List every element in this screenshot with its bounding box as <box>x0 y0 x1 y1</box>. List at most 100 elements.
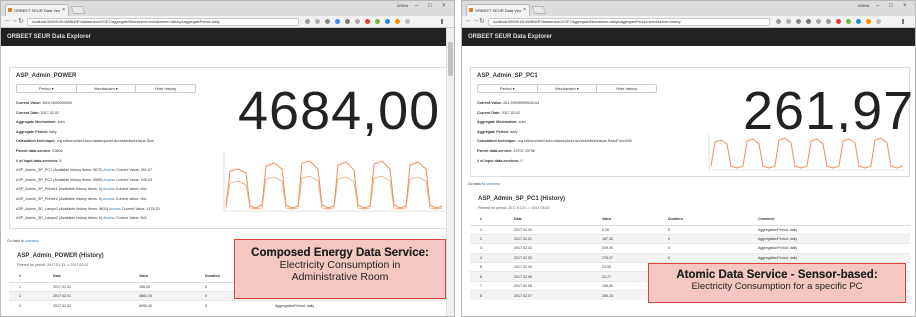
table-row: 4 2017.02.03 278,07 0 AggregationPeriod: dai… <box>470 252 910 263</box>
maximize-icon[interactable]: □ <box>889 3 893 9</box>
aggregate-period: daily <box>49 129 57 134</box>
app-navbar: ORBEET SEUR Data Explorer <box>1 28 446 46</box>
browser-tab[interactable]: ORBEET SEUR Data Ven × <box>466 4 530 16</box>
menu-icon[interactable] <box>441 19 443 24</box>
column-header: Duration <box>658 214 748 226</box>
extension-icon[interactable] <box>836 19 841 24</box>
column-header: Value <box>592 214 658 226</box>
go-back-line: Go back to overview <box>7 239 39 243</box>
extension-icon[interactable] <box>315 19 320 24</box>
star-icon[interactable] <box>305 19 310 24</box>
annotation-callout: Composed Energy Data Service: Electricit… <box>234 239 446 299</box>
close-window-icon[interactable]: × <box>442 3 446 9</box>
extension-icon[interactable] <box>806 19 811 24</box>
column-header: Date <box>43 271 129 283</box>
url-input[interactable]: localhost:5000/KIOrn/WBNHF/dataservice/2… <box>27 18 299 26</box>
close-tab-icon[interactable]: × <box>523 5 526 16</box>
extension-icon[interactable] <box>325 19 330 24</box>
extension-icon[interactable] <box>375 19 380 24</box>
extension-icon[interactable] <box>365 19 370 24</box>
minimize-icon[interactable]: – <box>415 3 418 9</box>
app-title[interactable]: ORBEET SEUR Data Explorer <box>7 34 91 40</box>
service-info: Current Value: 261.99999999516144 Curren… <box>477 99 633 166</box>
browser-tab[interactable]: ORBEET SEUR Data Ven × <box>5 4 69 16</box>
history-sparkline <box>216 151 446 219</box>
app-title[interactable]: ORBEET SEUR Data Explorer <box>468 34 552 40</box>
aggregate-period-label: Aggregate Period: <box>16 129 48 134</box>
table-row: 1 2017.01.31 6,20 0 AggregationPeriod: daily <box>470 224 910 235</box>
new-tab-button[interactable] <box>70 6 86 14</box>
user-name: Wilfrid <box>397 3 409 8</box>
extension-icon[interactable] <box>395 19 400 24</box>
input-count-label: # of input data-services: <box>477 158 520 163</box>
series-line <box>225 160 443 209</box>
extension-icon[interactable] <box>846 19 851 24</box>
column-header: Date <box>504 214 592 226</box>
extension-icon[interactable] <box>826 19 831 24</box>
close-window-icon[interactable]: × <box>903 3 907 9</box>
extension-icon[interactable] <box>816 19 821 24</box>
table-row: 2 2017.02.01 187,30 0 AggregationPeriod: dai… <box>470 233 910 244</box>
input-count: 0 <box>520 158 523 163</box>
aggregate-mechanism-label: Aggregate Mechanism: <box>477 120 518 125</box>
aggregate-period: daily <box>510 129 518 134</box>
extension-icon[interactable] <box>796 19 801 24</box>
extension-icon[interactable] <box>335 19 340 24</box>
new-tab-button[interactable] <box>531 6 547 14</box>
service-info: Current Value: 4602.0000000003 Current D… <box>16 99 160 224</box>
menu-icon[interactable] <box>902 19 904 24</box>
access-link[interactable]: Access <box>103 187 115 191</box>
column-header: Comment <box>748 214 910 226</box>
favicon-icon <box>469 8 473 12</box>
star-icon[interactable] <box>776 19 781 24</box>
reload-icon[interactable]: ↻ <box>18 17 24 25</box>
access-link[interactable]: Access <box>103 197 115 201</box>
series-line <box>710 137 904 169</box>
extension-icon[interactable] <box>856 19 861 24</box>
child-service-row: ASP_Admin_SP_Printer1 (Available history… <box>16 187 147 192</box>
extension-icon[interactable] <box>385 19 390 24</box>
title-bar: ORBEET SEUR Data Ven × Wilfrid – □ × <box>462 1 915 16</box>
column-header: # <box>9 271 43 283</box>
service-title: ASP_Admin_POWER <box>16 73 77 79</box>
go-back-line: Go back to overview <box>468 182 500 186</box>
service-card: ASP_Admin_POWER Period ▾ Mechanism ▾ Hid… <box>9 67 447 229</box>
scrollbar[interactable] <box>446 28 454 316</box>
back-arrow-icon[interactable]: ← <box>465 17 472 24</box>
extension-icon[interactable] <box>866 19 871 24</box>
maximize-icon[interactable]: □ <box>428 3 432 9</box>
access-link[interactable]: Access <box>109 207 121 211</box>
period-dropdown[interactable]: Period ▾ <box>17 85 77 92</box>
access-link[interactable]: Access <box>103 178 115 182</box>
left-browser-window: ORBEET SEUR Data Ven × Wilfrid – □ × ← →… <box>0 0 455 317</box>
period-dropdown[interactable]: Period ▾ <box>478 85 538 92</box>
access-link[interactable]: Access <box>103 216 115 220</box>
extension-icon[interactable] <box>786 19 791 24</box>
overview-link[interactable]: overview <box>25 239 39 243</box>
parent-service: 29606 <box>52 148 63 153</box>
app-navbar: ORBEET SEUR Data Explorer <box>462 28 915 46</box>
extension-icon[interactable] <box>345 19 350 24</box>
minimize-icon[interactable]: – <box>876 3 879 9</box>
extension-icon[interactable] <box>876 19 881 24</box>
card-toolbar: Period ▾ Mechanism ▾ Hide history <box>477 84 657 93</box>
url-input[interactable]: localhost:5000/KIOrn/WBNHF/dataservice/2… <box>488 18 770 26</box>
overview-link[interactable]: overview <box>486 182 500 186</box>
tab-title: ORBEET SEUR Data Ven <box>475 8 522 13</box>
access-link[interactable]: Access <box>103 168 115 172</box>
extension-icon[interactable] <box>405 19 410 24</box>
hide-history-button[interactable]: Hide history <box>597 85 656 92</box>
forward-arrow-icon[interactable]: → <box>472 17 479 24</box>
mechanism-dropdown[interactable]: Mechanism ▾ <box>538 85 598 92</box>
aggregate-mechanism-label: Aggregate Mechanism: <box>16 120 57 125</box>
hide-history-button[interactable]: Hide history <box>136 85 195 92</box>
forward-arrow-icon[interactable]: → <box>11 17 18 24</box>
mechanism-dropdown[interactable]: Mechanism ▾ <box>77 85 137 92</box>
reload-icon[interactable]: ↻ <box>479 17 485 25</box>
back-arrow-icon[interactable]: ← <box>4 17 11 24</box>
user-name: Wilfrid <box>858 3 870 8</box>
close-tab-icon[interactable]: × <box>62 5 65 16</box>
extension-icon[interactable] <box>355 19 360 24</box>
history-sparkline <box>703 132 907 174</box>
scrollbar-thumb[interactable] <box>448 42 453 76</box>
